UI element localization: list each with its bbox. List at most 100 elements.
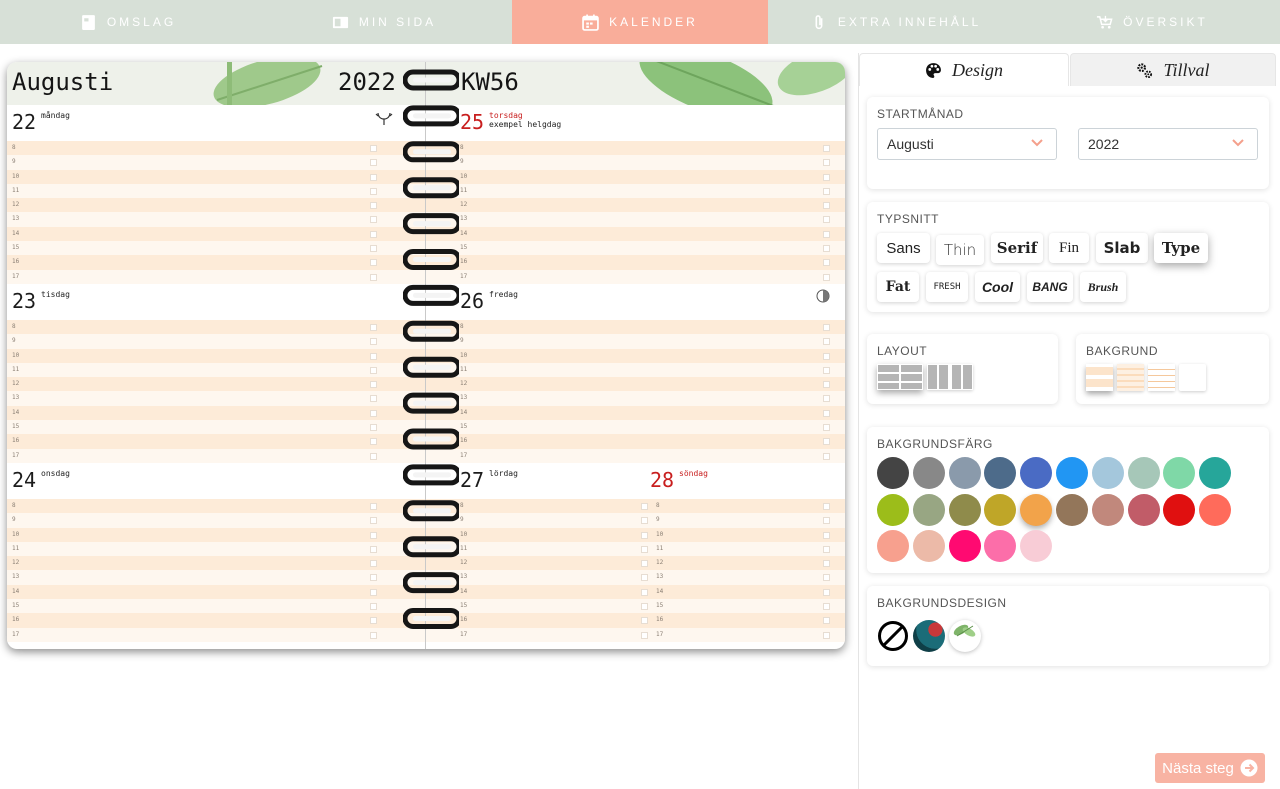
hour-checkbox[interactable]	[370, 230, 377, 238]
hour-checkbox[interactable]	[823, 324, 830, 331]
color-swatch[interactable]	[1163, 493, 1196, 526]
hour-checkbox[interactable]	[641, 531, 648, 539]
hour-checkbox[interactable]	[823, 517, 830, 525]
hour-checkbox[interactable]	[370, 452, 377, 460]
hour-checkbox[interactable]	[823, 273, 830, 281]
next-step-button[interactable]: Nästa steg	[1155, 753, 1265, 783]
hour-checkbox[interactable]	[823, 409, 830, 417]
hour-checkbox[interactable]	[823, 352, 830, 360]
background-option-light-stripes[interactable]	[1117, 364, 1144, 391]
hour-checkbox[interactable]	[370, 588, 377, 596]
hour-checkbox[interactable]	[823, 424, 830, 432]
layout-option-rows[interactable]	[877, 364, 923, 390]
color-swatch[interactable]	[877, 457, 909, 489]
font-option-type[interactable]: Type	[1154, 233, 1208, 263]
color-swatch[interactable]	[1091, 493, 1124, 526]
hour-checkbox[interactable]	[823, 603, 830, 611]
color-swatch[interactable]	[1127, 493, 1160, 526]
nav-tab-extra-innehall[interactable]: Extra innehåll	[768, 0, 1024, 44]
hour-checkbox[interactable]	[370, 202, 377, 210]
font-option-fat[interactable]: Fat	[877, 272, 919, 302]
color-swatch[interactable]	[1199, 493, 1232, 526]
color-swatch[interactable]	[1127, 457, 1160, 489]
hour-checkbox[interactable]	[641, 517, 648, 525]
hour-checkbox[interactable]	[370, 531, 377, 539]
hour-checkbox[interactable]	[370, 352, 377, 360]
hour-checkbox[interactable]	[370, 574, 377, 582]
font-option-fresh[interactable]: FRESH	[926, 272, 968, 302]
color-swatch[interactable]	[984, 493, 1017, 526]
tab-tillval[interactable]: Tillval	[1070, 53, 1276, 86]
hour-checkbox[interactable]	[823, 545, 830, 553]
hour-checkbox[interactable]	[370, 145, 377, 152]
hour-checkbox[interactable]	[823, 452, 830, 460]
font-option-cool[interactable]: Cool	[975, 272, 1020, 302]
hour-checkbox[interactable]	[823, 259, 830, 267]
nav-tab-kalender[interactable]: Kalender	[512, 0, 768, 44]
font-option-bang[interactable]: BANG	[1027, 272, 1073, 302]
color-swatch[interactable]	[877, 530, 909, 562]
hour-checkbox[interactable]	[823, 366, 830, 374]
hour-checkbox[interactable]	[370, 603, 377, 611]
color-swatch[interactable]	[912, 457, 945, 489]
hour-checkbox[interactable]	[370, 617, 377, 625]
color-swatch[interactable]	[984, 457, 1017, 489]
hour-checkbox[interactable]	[823, 216, 830, 224]
hour-checkbox[interactable]	[641, 545, 648, 553]
hour-checkbox[interactable]	[370, 216, 377, 224]
hour-checkbox[interactable]	[370, 187, 377, 195]
hour-checkbox[interactable]	[823, 202, 830, 210]
color-swatch[interactable]	[1199, 457, 1232, 489]
hour-checkbox[interactable]	[641, 603, 648, 611]
hour-checkbox[interactable]	[823, 381, 830, 389]
hour-checkbox[interactable]	[823, 338, 830, 346]
hour-checkbox[interactable]	[370, 503, 377, 510]
background-option-lines[interactable]	[1148, 364, 1175, 391]
hour-checkbox[interactable]	[823, 395, 830, 403]
color-swatch[interactable]	[984, 530, 1017, 562]
hour-checkbox[interactable]	[823, 230, 830, 238]
hour-checkbox[interactable]	[641, 503, 648, 510]
font-option-serif[interactable]: Serif	[991, 233, 1043, 263]
color-swatch[interactable]	[948, 457, 981, 489]
color-swatch[interactable]	[1020, 493, 1053, 526]
layout-option-columns[interactable]	[927, 364, 973, 390]
nav-tab-omslag[interactable]: Omslag	[0, 0, 256, 44]
nav-tab-min-sida[interactable]: Min sida	[256, 0, 512, 44]
hour-checkbox[interactable]	[370, 159, 377, 167]
hour-checkbox[interactable]	[641, 574, 648, 582]
background-option-blank[interactable]	[1179, 364, 1206, 391]
color-swatch[interactable]	[1020, 457, 1053, 489]
bgdesign-abstract[interactable]	[913, 620, 945, 652]
hour-checkbox[interactable]	[370, 338, 377, 346]
hour-checkbox[interactable]	[823, 187, 830, 195]
hour-checkbox[interactable]	[823, 173, 830, 181]
color-swatch[interactable]	[1163, 457, 1196, 489]
color-swatch[interactable]	[912, 530, 945, 562]
hour-checkbox[interactable]	[641, 560, 648, 568]
hour-checkbox[interactable]	[823, 159, 830, 167]
color-swatch[interactable]	[948, 530, 981, 562]
hour-checkbox[interactable]	[370, 173, 377, 181]
font-option-sans[interactable]: Sans	[877, 233, 930, 263]
hour-checkbox[interactable]	[370, 324, 377, 331]
hour-checkbox[interactable]	[370, 381, 377, 389]
nav-tab-oversikt[interactable]: Översikt	[1024, 0, 1280, 44]
font-option-fin[interactable]: Fin	[1049, 233, 1089, 263]
hour-checkbox[interactable]	[823, 245, 830, 253]
bgdesign-none[interactable]	[877, 620, 909, 652]
hour-checkbox[interactable]	[370, 631, 377, 639]
hour-checkbox[interactable]	[823, 145, 830, 152]
color-swatch[interactable]	[948, 493, 981, 526]
hour-checkbox[interactable]	[823, 503, 830, 510]
color-swatch[interactable]	[912, 493, 945, 526]
hour-checkbox[interactable]	[370, 424, 377, 432]
hour-checkbox[interactable]	[823, 560, 830, 568]
hour-checkbox[interactable]	[370, 560, 377, 568]
hour-checkbox[interactable]	[823, 617, 830, 625]
hour-checkbox[interactable]	[370, 259, 377, 267]
bgdesign-leaves[interactable]	[949, 620, 981, 652]
color-swatch[interactable]	[877, 493, 909, 526]
hour-checkbox[interactable]	[370, 545, 377, 553]
hour-checkbox[interactable]	[370, 438, 377, 446]
